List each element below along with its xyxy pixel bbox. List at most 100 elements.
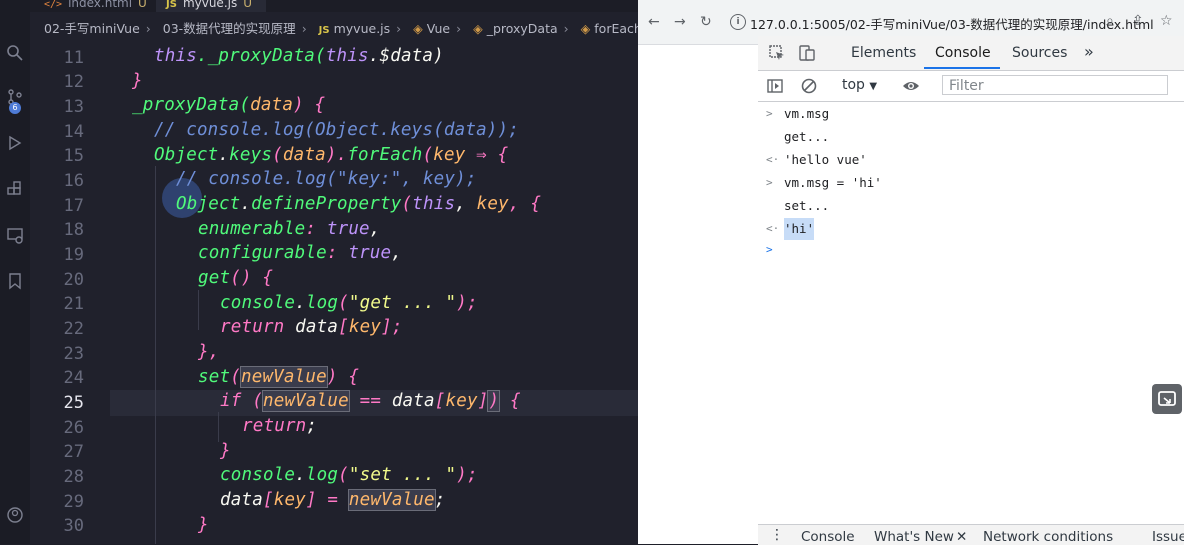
chevron-right-icon: › <box>396 21 402 36</box>
code-line-14: // console.log(Object.keys(data)); <box>154 120 520 140</box>
js-file-icon: JS <box>318 25 330 36</box>
line-number: 15 <box>63 146 84 166</box>
url-text: 127.0.0.1:5005/02-手写miniVue/03-数据代理的实现原理… <box>750 17 1154 32</box>
code-line-17: Object.defineProperty(this, key, { <box>176 194 542 214</box>
breadcrumb-item[interactable]: 03-数据代理的实现原理 <box>163 21 296 36</box>
line-number: 16 <box>63 171 84 191</box>
breadcrumb-item[interactable]: 02-手写miniVue <box>44 21 140 36</box>
filter-input[interactable]: Filter <box>942 75 1168 95</box>
code-line-18: enumerable: true, <box>198 219 381 239</box>
breadcrumb: 02-手写miniVue › 03-数据代理的实现原理 › JS myvue.js › … <box>30 16 638 42</box>
line-number: 11 <box>63 48 84 68</box>
clear-console-icon[interactable] <box>800 77 818 95</box>
console-toolbar: top ▼ Filter <box>758 71 1184 102</box>
line-number: 24 <box>63 368 84 388</box>
bookmark-icon[interactable] <box>6 272 24 290</box>
breadcrumb-item[interactable]: ◈forEach() callback <box>581 21 638 36</box>
code-line-16: // console.log("key:", key); <box>176 169 477 189</box>
method-icon: ◈ <box>473 21 483 36</box>
line-number: 12 <box>63 72 84 92</box>
code-line-22: return data[key]; <box>220 317 403 337</box>
more-tabs-icon[interactable]: » <box>1084 42 1094 61</box>
console-input-line: > vm.msg = 'hi' <box>766 175 882 190</box>
html-file-icon: </> <box>44 0 63 10</box>
console-input-line: > vm.msg <box>766 106 830 121</box>
search-icon[interactable] <box>6 44 24 62</box>
line-number: 13 <box>63 97 84 117</box>
chevron-right-icon: › <box>145 21 151 36</box>
drawer-tab-whats-new[interactable]: What's New <box>874 529 954 545</box>
info-icon[interactable]: i <box>730 14 746 30</box>
code-line-27: } <box>220 441 231 461</box>
drawer-tab-network-conditions[interactable]: Network conditions <box>983 529 1113 545</box>
back-icon[interactable]: ← <box>648 14 660 30</box>
device-toolbar-icon[interactable] <box>798 44 816 62</box>
code-editor[interactable]: 6 </> index.html U JS myvue.js U 02-手写miniVu… <box>0 0 638 544</box>
code-line-29: data[key] = newValue; <box>220 489 446 511</box>
tab-elements[interactable]: Elements <box>851 45 916 61</box>
active-tab-indicator <box>924 67 1000 69</box>
code-line-11: this._proxyData(this.$data) <box>154 46 444 66</box>
extensions-icon[interactable] <box>6 180 24 198</box>
reload-icon[interactable]: ↻ <box>700 14 712 30</box>
chevron-right-icon: › <box>563 21 569 36</box>
account-icon[interactable] <box>6 506 24 524</box>
line-number: 22 <box>63 319 84 339</box>
inspect-element-icon[interactable] <box>768 44 786 62</box>
line-number: 30 <box>63 516 84 536</box>
drawer-tab-issues[interactable]: Issues <box>1152 529 1184 545</box>
line-number: 21 <box>63 294 84 314</box>
tab-console[interactable]: Console <box>935 45 991 61</box>
devtools-panel: Elements Console Sources » top ▼ Filter … <box>758 36 1184 545</box>
breadcrumb-label: forEach() callback <box>594 21 638 36</box>
run-debug-icon[interactable] <box>6 134 24 152</box>
zoom-icon[interactable]: ⌕ <box>1106 13 1114 29</box>
line-number: 17 <box>63 196 84 216</box>
devtools-tab-bar: Elements Console Sources » <box>758 36 1184 71</box>
indent-guide <box>198 290 199 330</box>
untracked-badge: U <box>138 0 147 10</box>
eye-icon[interactable] <box>902 77 920 95</box>
editor-tab-bar: </> index.html U JS myvue.js U <box>30 0 638 12</box>
code-line-12: } <box>132 71 143 91</box>
console-result-line: <·'hello vue' <box>766 152 867 167</box>
tab-sources[interactable]: Sources <box>1012 45 1067 61</box>
dropdown-arrow-icon: ▼ <box>869 81 878 92</box>
line-number: 26 <box>63 418 84 438</box>
untracked-badge: U <box>243 0 253 10</box>
line-number: 18 <box>63 220 84 240</box>
code-line-30: } <box>198 515 209 535</box>
line-number: 14 <box>63 122 84 142</box>
console-result-line: <·'hi' <box>758 218 1184 240</box>
chevron-right-icon: › <box>456 21 462 36</box>
class-icon: ◈ <box>413 21 423 36</box>
code-line-19: configurable: true, <box>198 243 403 263</box>
chevron-right-icon: › <box>301 21 307 36</box>
remote-explorer-icon[interactable] <box>6 226 24 244</box>
share-icon[interactable]: ⇪ <box>1132 13 1144 29</box>
indent-guide <box>218 412 219 442</box>
method-icon: ◈ <box>580 21 591 36</box>
console-prompt[interactable]: > <box>758 239 1184 261</box>
breadcrumb-item[interactable]: ◈ _proxyData <box>473 21 558 36</box>
breadcrumb-label: myvue.js <box>333 21 391 36</box>
close-icon[interactable]: ✕ <box>956 529 967 545</box>
screenshot-tool-icon[interactable] <box>1152 384 1182 414</box>
drawer-menu-icon[interactable]: ⋮ <box>770 527 784 543</box>
code-line-25: if (newValue == data[key]) { <box>220 390 521 412</box>
breadcrumb-item[interactable]: JS myvue.js <box>319 21 390 36</box>
tab-index-html[interactable]: </> index.html U <box>38 0 156 12</box>
context-label: top <box>842 77 865 93</box>
context-selector[interactable]: top ▼ <box>842 77 877 93</box>
source-control-badge: 6 <box>9 102 21 114</box>
bookmark-star-icon[interactable]: ☆ <box>1160 13 1173 29</box>
sidebar-toggle-icon[interactable] <box>766 77 784 95</box>
browser-window: ← → ↻ i 127.0.0.1:5005/02-手写miniVue/03-数… <box>638 0 1184 545</box>
tab-myvue-js[interactable]: JS myvue.js U <box>156 0 266 12</box>
line-number: 23 <box>63 344 84 364</box>
breadcrumb-item[interactable]: ◈ Vue <box>413 21 450 36</box>
url-field[interactable]: i 127.0.0.1:5005/02-手写miniVue/03-数据代理的实现… <box>724 9 1154 35</box>
forward-icon[interactable]: → <box>674 14 686 30</box>
drawer-tab-console[interactable]: Console <box>801 529 855 545</box>
line-number: 27 <box>63 442 84 462</box>
